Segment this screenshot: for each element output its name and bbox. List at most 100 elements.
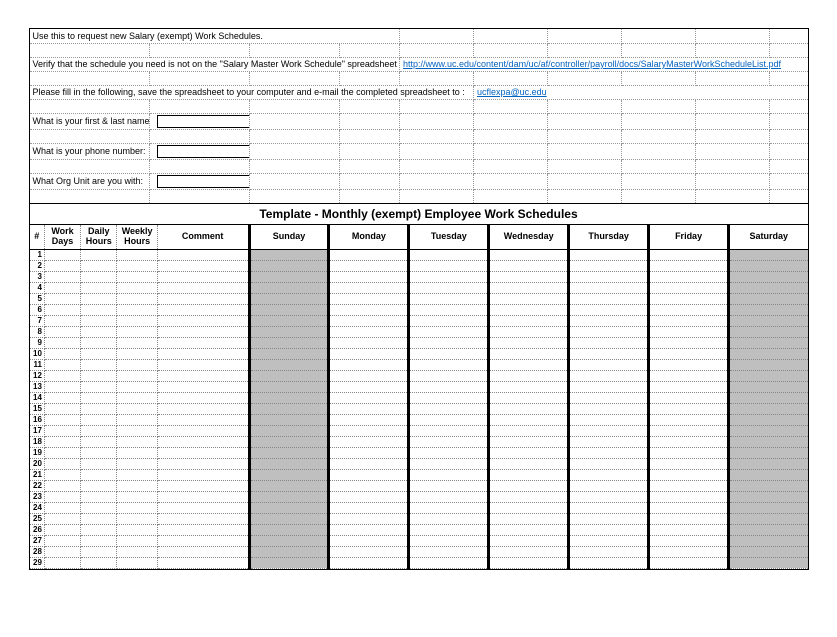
- cell[interactable]: [117, 458, 157, 469]
- cell[interactable]: [81, 293, 117, 304]
- cell[interactable]: [117, 447, 157, 458]
- cell-tue[interactable]: [409, 403, 489, 414]
- cell[interactable]: [81, 326, 117, 337]
- cell-wed[interactable]: [489, 304, 569, 315]
- cell[interactable]: [44, 293, 80, 304]
- cell-wed[interactable]: [489, 480, 569, 491]
- cell[interactable]: [81, 403, 117, 414]
- cell-thu[interactable]: [569, 458, 649, 469]
- cell-mon[interactable]: [329, 557, 409, 568]
- cell[interactable]: [44, 403, 80, 414]
- cell[interactable]: [44, 535, 80, 546]
- cell[interactable]: [157, 315, 249, 326]
- cell-wed[interactable]: [489, 425, 569, 436]
- cell-sun[interactable]: [249, 370, 329, 381]
- cell[interactable]: [157, 282, 249, 293]
- cell[interactable]: [81, 392, 117, 403]
- cell-sun[interactable]: [249, 282, 329, 293]
- cell-sat[interactable]: [729, 480, 808, 491]
- cell[interactable]: [81, 414, 117, 425]
- cell-tue[interactable]: [409, 447, 489, 458]
- cell-sat[interactable]: [729, 326, 808, 337]
- cell[interactable]: [117, 271, 157, 282]
- cell-thu[interactable]: [569, 480, 649, 491]
- cell[interactable]: [157, 447, 249, 458]
- cell-sat[interactable]: [729, 271, 808, 282]
- cell-tue[interactable]: [409, 381, 489, 392]
- cell[interactable]: [117, 337, 157, 348]
- cell-thu[interactable]: [569, 293, 649, 304]
- cell-mon[interactable]: [329, 315, 409, 326]
- cell-sat[interactable]: [729, 392, 808, 403]
- cell-wed[interactable]: [489, 546, 569, 557]
- cell-thu[interactable]: [569, 337, 649, 348]
- cell[interactable]: [157, 260, 249, 271]
- cell-mon[interactable]: [329, 502, 409, 513]
- cell[interactable]: [157, 249, 249, 260]
- cell-mon[interactable]: [329, 381, 409, 392]
- cell-fri[interactable]: [649, 271, 729, 282]
- cell-tue[interactable]: [409, 370, 489, 381]
- cell-fri[interactable]: [649, 249, 729, 260]
- cell[interactable]: [117, 326, 157, 337]
- cell[interactable]: [44, 491, 80, 502]
- cell-thu[interactable]: [569, 414, 649, 425]
- cell-mon[interactable]: [329, 414, 409, 425]
- cell[interactable]: [44, 282, 80, 293]
- cell-thu[interactable]: [569, 425, 649, 436]
- cell-sun[interactable]: [249, 502, 329, 513]
- cell[interactable]: [44, 381, 80, 392]
- cell[interactable]: [157, 348, 249, 359]
- cell[interactable]: [44, 425, 80, 436]
- cell-sun[interactable]: [249, 513, 329, 524]
- cell-sat[interactable]: [729, 458, 808, 469]
- cell-sun[interactable]: [249, 293, 329, 304]
- cell-tue[interactable]: [409, 337, 489, 348]
- cell[interactable]: [81, 557, 117, 568]
- cell[interactable]: [117, 249, 157, 260]
- cell-thu[interactable]: [569, 392, 649, 403]
- cell-fri[interactable]: [649, 381, 729, 392]
- cell-wed[interactable]: [489, 370, 569, 381]
- cell-tue[interactable]: [409, 502, 489, 513]
- cell-mon[interactable]: [329, 403, 409, 414]
- cell-tue[interactable]: [409, 304, 489, 315]
- cell[interactable]: [44, 480, 80, 491]
- cell[interactable]: [157, 293, 249, 304]
- cell-wed[interactable]: [489, 282, 569, 293]
- cell-wed[interactable]: [489, 502, 569, 513]
- cell[interactable]: [44, 249, 80, 260]
- cell-sat[interactable]: [729, 491, 808, 502]
- cell-tue[interactable]: [409, 249, 489, 260]
- cell[interactable]: [157, 546, 249, 557]
- cell-mon[interactable]: [329, 458, 409, 469]
- cell-tue[interactable]: [409, 392, 489, 403]
- cell-fri[interactable]: [649, 414, 729, 425]
- cell-tue[interactable]: [409, 491, 489, 502]
- cell-thu[interactable]: [569, 326, 649, 337]
- cell-sun[interactable]: [249, 326, 329, 337]
- cell-sat[interactable]: [729, 359, 808, 370]
- cell-mon[interactable]: [329, 392, 409, 403]
- cell[interactable]: [81, 491, 117, 502]
- cell-tue[interactable]: [409, 293, 489, 304]
- cell[interactable]: [117, 557, 157, 568]
- cell[interactable]: [44, 458, 80, 469]
- cell[interactable]: [157, 337, 249, 348]
- cell-sat[interactable]: [729, 403, 808, 414]
- cell-thu[interactable]: [569, 447, 649, 458]
- cell[interactable]: [157, 414, 249, 425]
- cell-thu[interactable]: [569, 502, 649, 513]
- cell[interactable]: [157, 557, 249, 568]
- cell-sun[interactable]: [249, 403, 329, 414]
- cell[interactable]: [117, 491, 157, 502]
- cell[interactable]: [44, 436, 80, 447]
- cell-thu[interactable]: [569, 348, 649, 359]
- cell[interactable]: [117, 348, 157, 359]
- cell[interactable]: [157, 326, 249, 337]
- cell[interactable]: [81, 359, 117, 370]
- cell-sun[interactable]: [249, 249, 329, 260]
- cell-mon[interactable]: [329, 469, 409, 480]
- fill-email[interactable]: ucflexpa@uc.edu: [477, 87, 547, 97]
- cell[interactable]: [157, 491, 249, 502]
